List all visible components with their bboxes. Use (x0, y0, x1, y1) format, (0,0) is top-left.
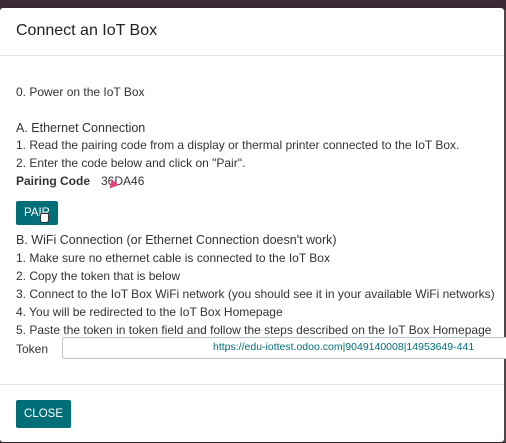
mouse-pointer-icon (40, 213, 49, 223)
token-label: Token (16, 342, 49, 356)
ethernet-step-1: 1. Read the pairing code from a display … (16, 138, 460, 152)
wifi-step-1: 1. Make sure no ethernet cable is connec… (16, 251, 330, 265)
wifi-step-3: 3. Connect to the IoT Box WiFi network (… (16, 287, 495, 301)
step-power-on: 0. Power on the IoT Box (16, 85, 145, 99)
token-field[interactable]: https://edu-iottest.odoo.com|9049140008|… (62, 337, 506, 359)
close-button[interactable]: CLOSE (16, 400, 71, 428)
dialog-footer: CLOSE (0, 384, 504, 443)
wifi-step-2: 2. Copy the token that is below (16, 269, 181, 283)
ethernet-step-2: 2. Enter the code below and click on "Pa… (16, 156, 246, 170)
pair-button[interactable]: PAIR (16, 201, 58, 225)
dialog-header: Connect an IoT Box (0, 8, 504, 56)
wifi-step-4: 4. You will be redirected to the IoT Box… (16, 305, 283, 319)
dialog-body: 0. Power on the IoT Box A. Ethernet Conn… (16, 55, 506, 395)
wifi-heading: B. WiFi Connection (or Ethernet Connecti… (16, 233, 337, 247)
dialog-title: Connect an IoT Box (16, 22, 158, 39)
pairing-code-label: Pairing Code (16, 174, 91, 188)
connect-iot-box-dialog: Connect an IoT Box 0. Power on the IoT B… (0, 8, 506, 443)
